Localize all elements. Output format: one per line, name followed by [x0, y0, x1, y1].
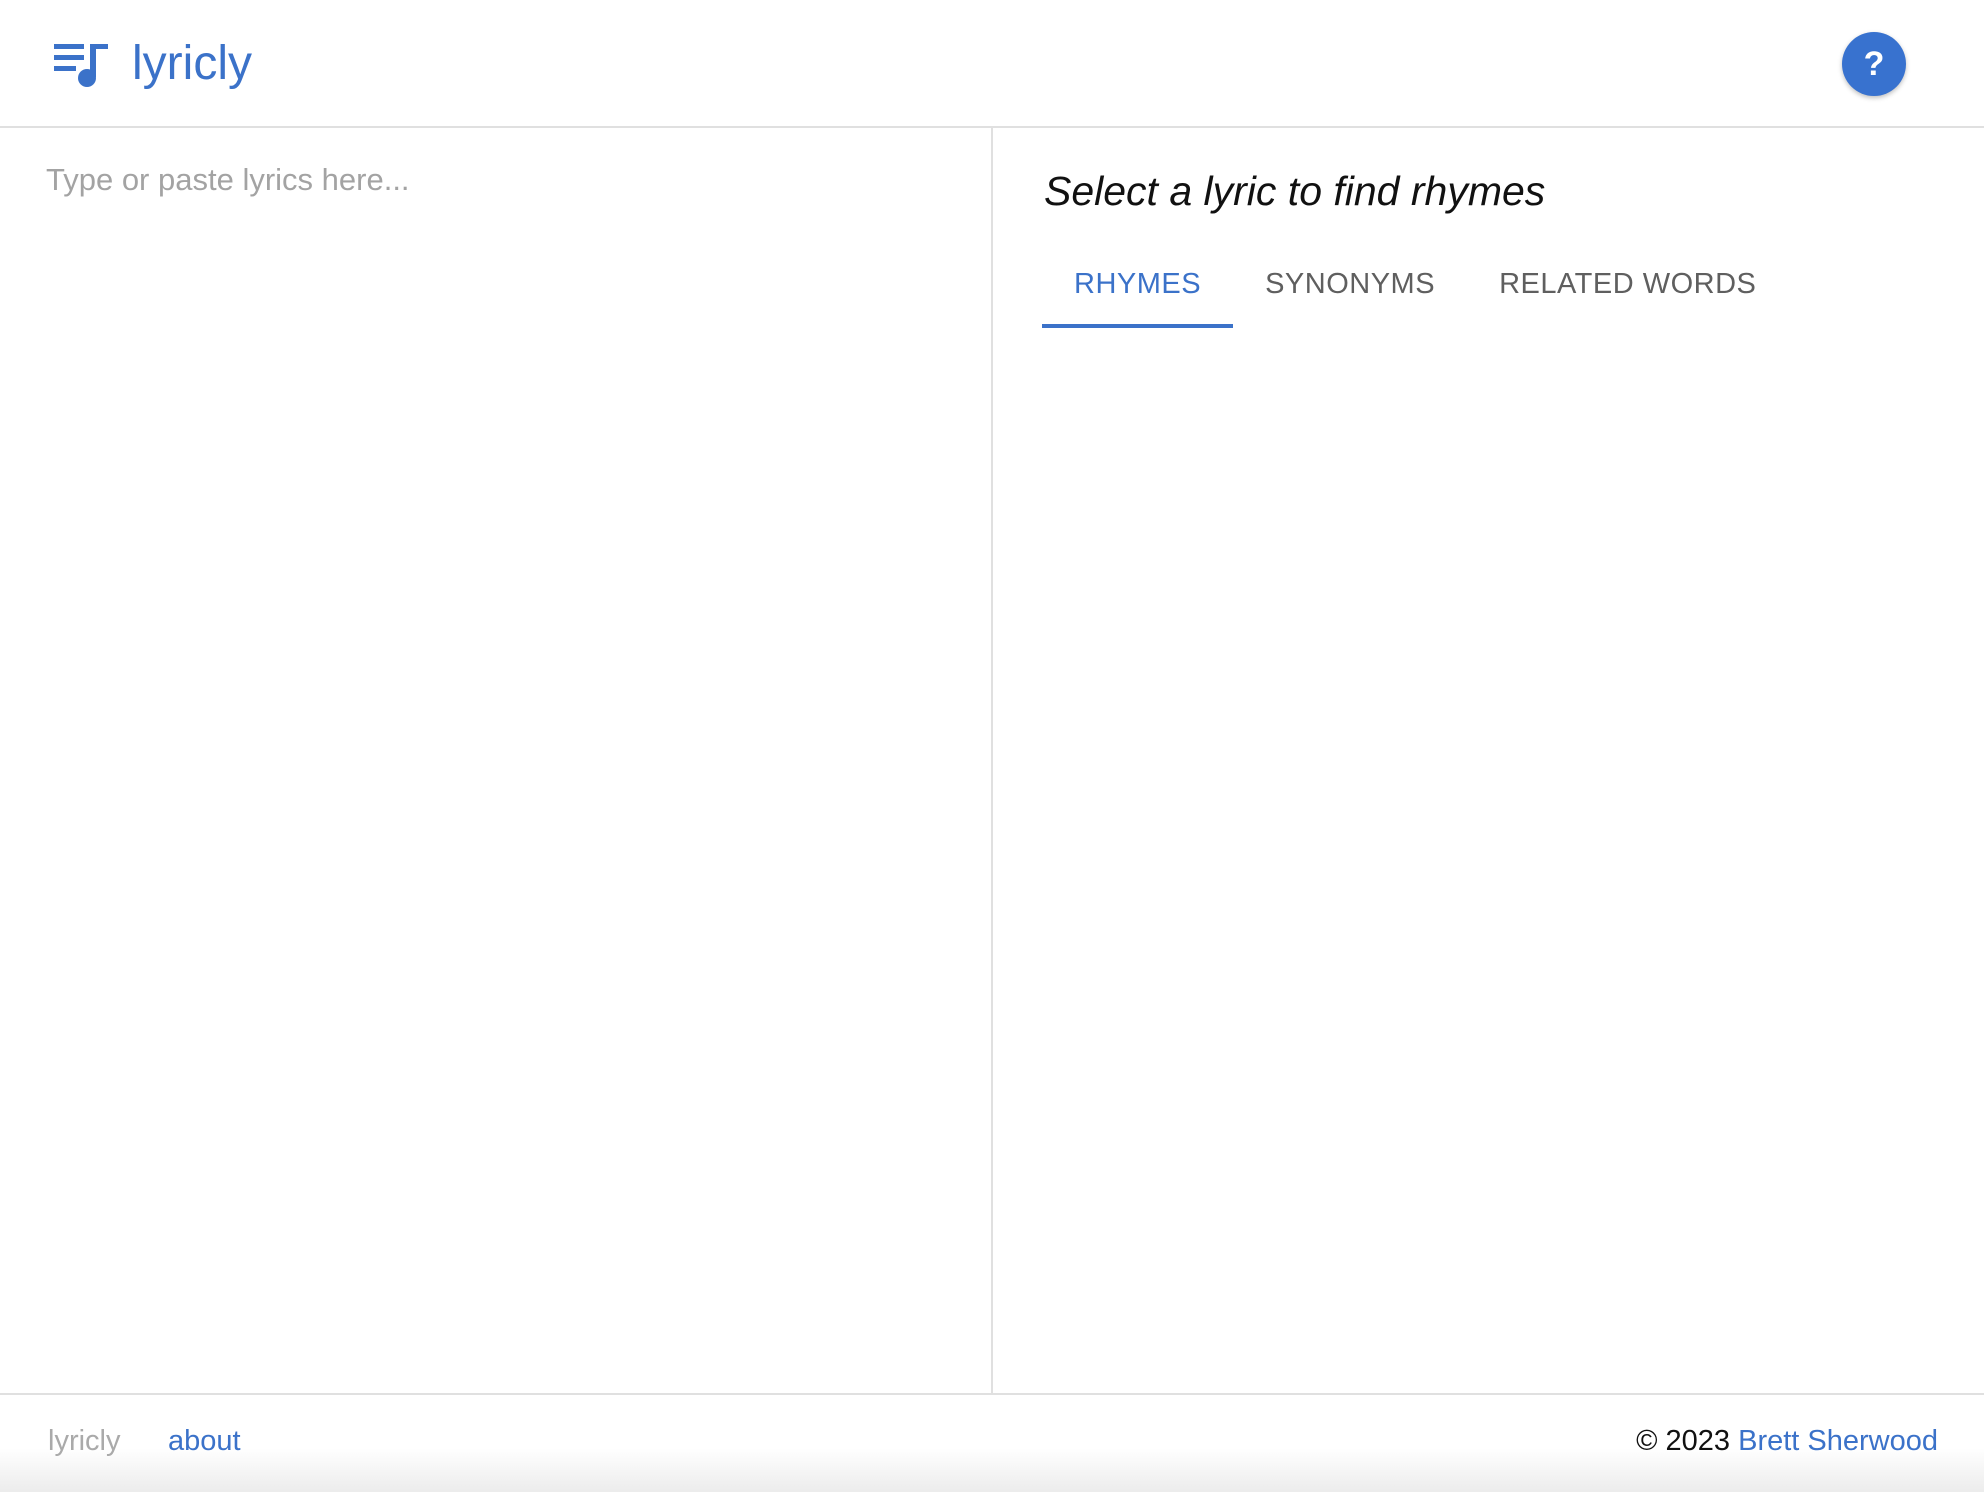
word-finder-pane: Select a lyric to find rhymes RHYMES SYN… [993, 128, 1984, 1393]
lyrics-editor-pane [0, 128, 993, 1393]
playlist-music-icon [54, 44, 108, 87]
app-header: lyricly ? [0, 0, 1984, 128]
help-button[interactable]: ? [1842, 32, 1906, 96]
copyright-text: © 2023 [1636, 1425, 1731, 1457]
tab-rhymes[interactable]: RHYMES [1042, 248, 1234, 328]
lyrics-input[interactable] [46, 162, 946, 1362]
brand-name: lyricly [132, 37, 252, 90]
tab-synonyms[interactable]: SYNONYMS [1233, 248, 1467, 328]
author-link[interactable]: Brett Sherwood [1738, 1425, 1938, 1457]
app-root: lyricly ? Select a lyric to find rhymes … [0, 0, 1984, 1492]
footer-brand: lyricly [48, 1425, 121, 1457]
app-footer: lyricly about © 2023 Brett Sherwood [0, 1393, 1984, 1492]
copyright: © 2023 Brett Sherwood [1636, 1425, 1938, 1458]
brand-home-link[interactable]: lyricly [54, 34, 252, 94]
tab-related-words[interactable]: RELATED WORDS [1467, 248, 1788, 328]
word-type-tabs: RHYMES SYNONYMS RELATED WORDS [1042, 248, 1788, 328]
about-link[interactable]: about [168, 1425, 241, 1458]
select-lyric-prompt: Select a lyric to find rhymes [1044, 168, 1546, 214]
